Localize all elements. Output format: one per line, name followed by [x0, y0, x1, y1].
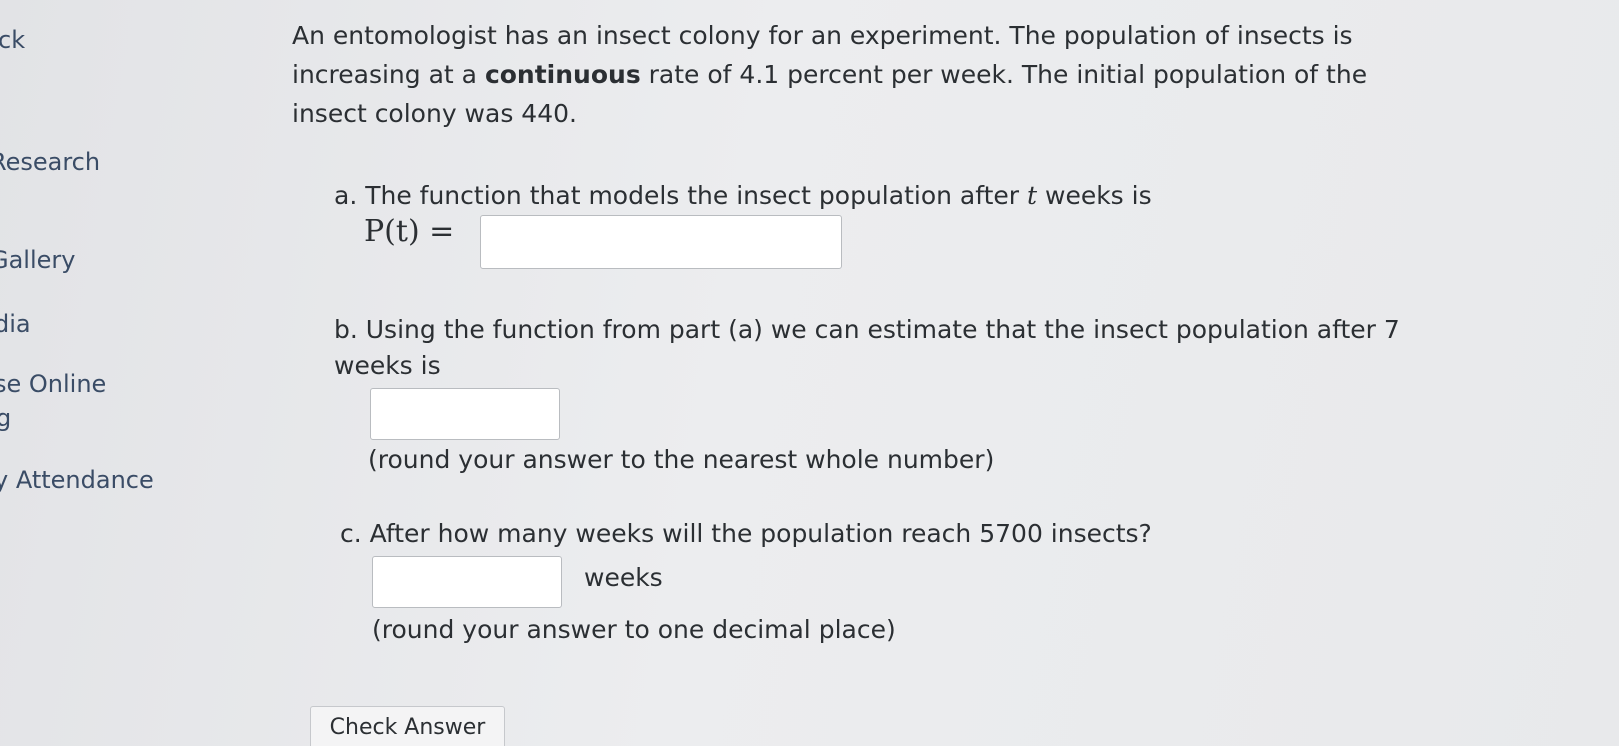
part-a-prompt: a. The function that models the insect p…: [334, 178, 1414, 214]
part-b-prompt: b. Using the function from part (a) we c…: [334, 315, 1400, 380]
sidebar: ck Research Gallery dia se Online g y At…: [0, 0, 240, 746]
function-label: P(t) =: [364, 214, 455, 249]
sidebar-item-gallery[interactable]: Gallery: [0, 246, 75, 274]
function-answer-input[interactable]: [480, 215, 842, 269]
weeks-answer-input[interactable]: [372, 556, 562, 608]
part-a-variable: t: [1027, 181, 1038, 210]
part-a-text-2: weeks is: [1037, 181, 1152, 210]
sidebar-item-media[interactable]: dia: [0, 310, 31, 338]
weeks-unit-label: weeks: [584, 563, 663, 592]
part-a-text-1: a. The function that models the insect p…: [334, 181, 1027, 210]
sidebar-item-attendance[interactable]: y Attendance: [0, 466, 154, 494]
problem-statement: An entomologist has an insect colony for…: [292, 16, 1442, 133]
problem-intro-bold: continuous: [484, 60, 641, 89]
part-c-rounding-note: (round your answer to one decimal place): [372, 615, 896, 644]
part-c-prompt: c. After how many weeks will the populat…: [340, 519, 1152, 548]
sidebar-item-online[interactable]: se Online: [0, 370, 106, 398]
sidebar-item-back[interactable]: ck: [0, 26, 25, 54]
sidebar-item-research[interactable]: Research: [0, 148, 100, 176]
sidebar-item-g[interactable]: g: [0, 404, 11, 432]
check-answer-button[interactable]: Check Answer: [310, 706, 505, 746]
population-answer-input[interactable]: [370, 388, 560, 440]
part-b-rounding-note: (round your answer to the nearest whole …: [368, 445, 995, 474]
